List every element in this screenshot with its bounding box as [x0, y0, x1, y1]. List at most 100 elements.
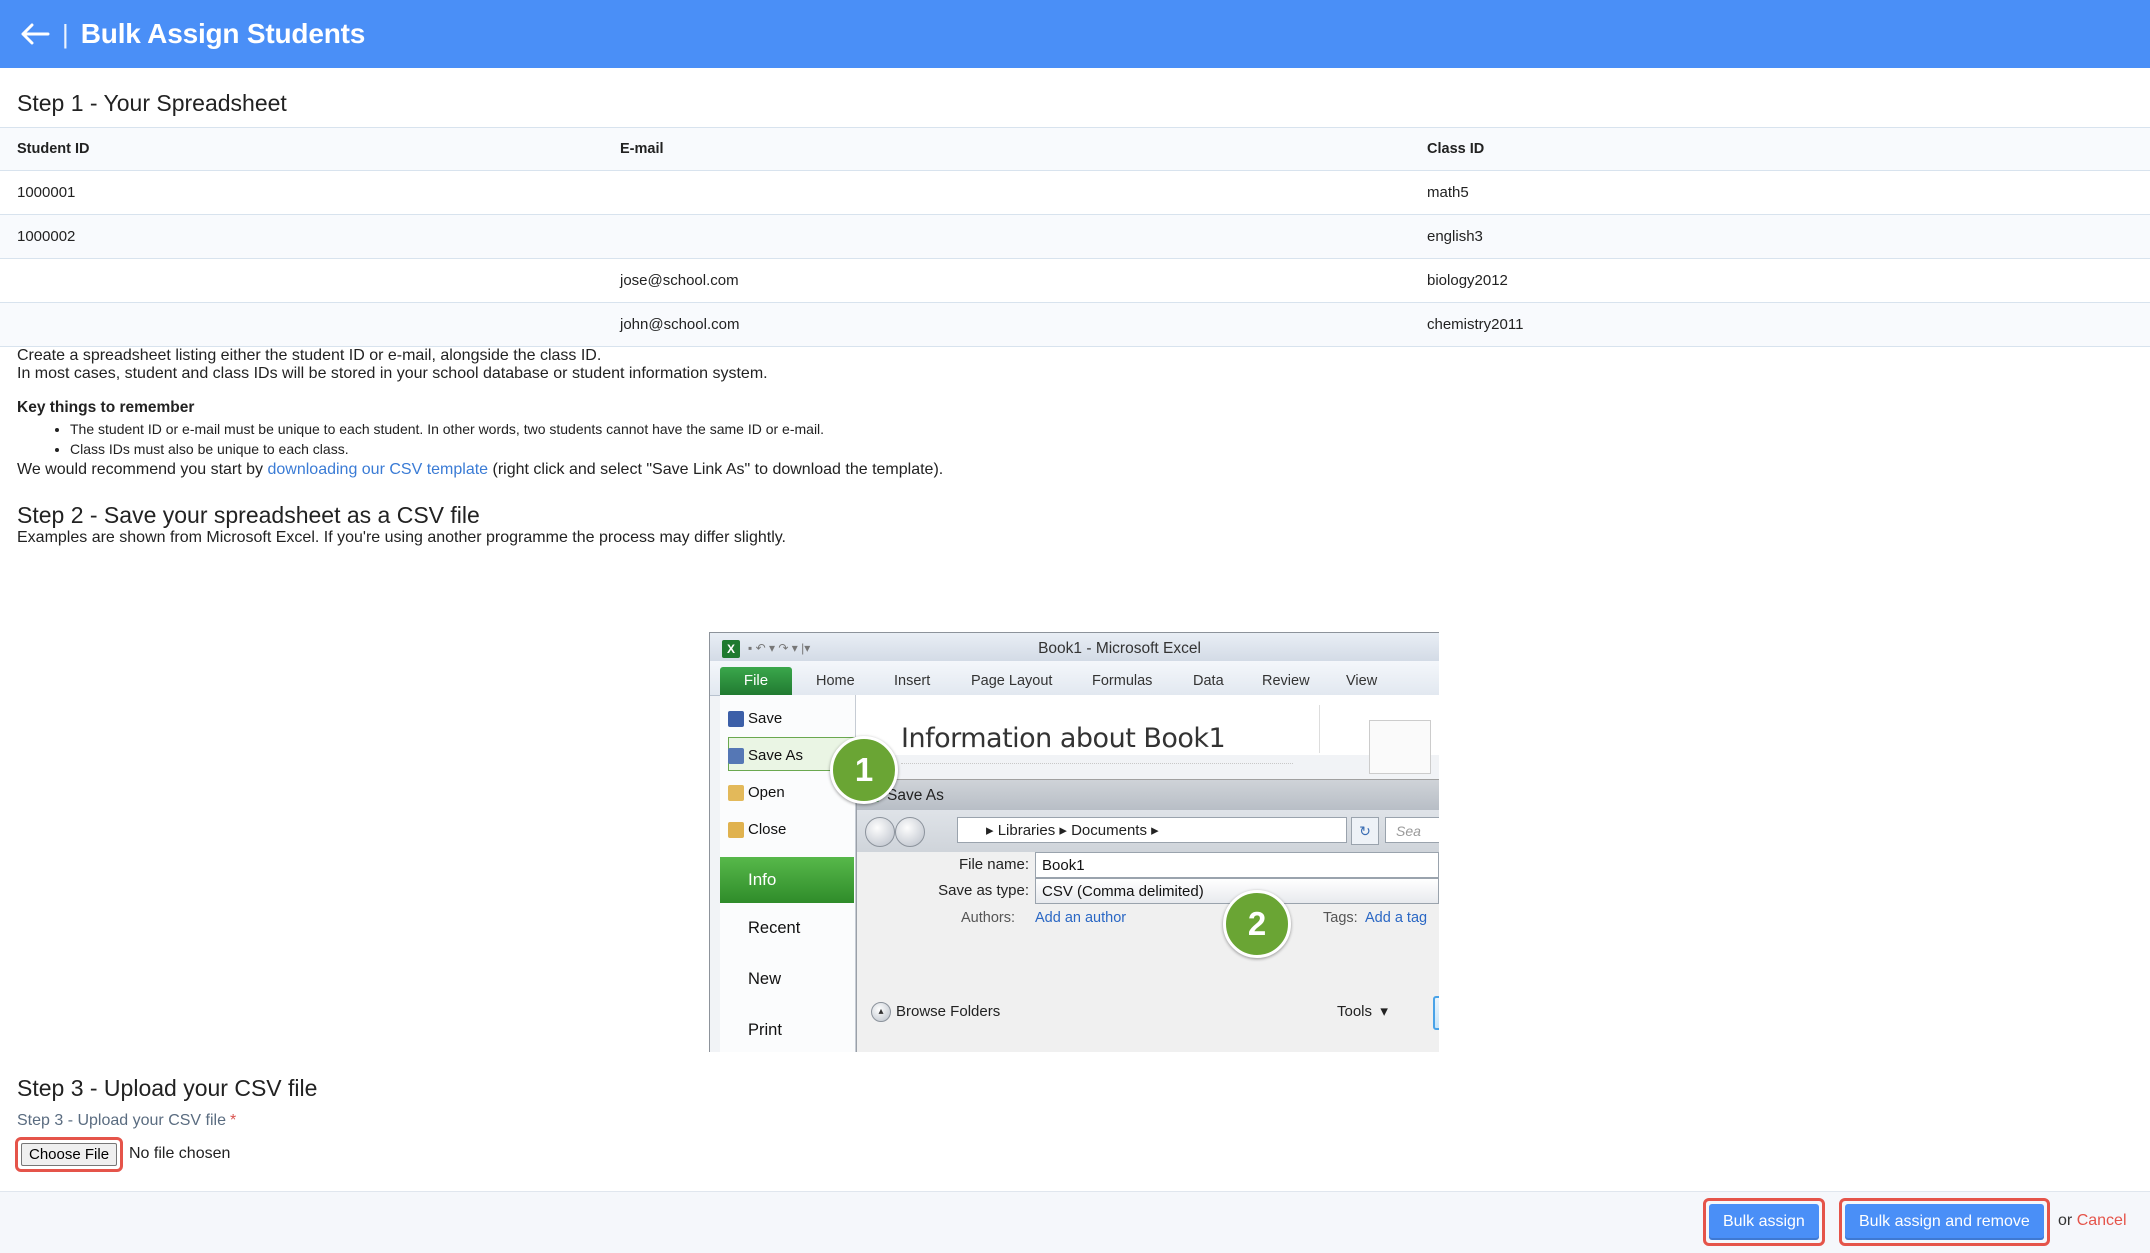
folder-open-icon [728, 785, 744, 801]
excel-menu-section: Recent [748, 919, 801, 937]
table-row: 1000001 math5 [0, 170, 2150, 215]
divider [901, 763, 1293, 764]
excel-tab: Home [816, 673, 855, 689]
step2-heading: Step 2 - Save your spreadsheet as a CSV … [17, 502, 480, 528]
cancel-link[interactable]: Cancel [2077, 1212, 2127, 1229]
document-thumbnail-icon [1369, 720, 1431, 774]
column-header: Student ID [0, 127, 603, 171]
bulk-assign-remove-button[interactable]: Bulk assign and remove [1845, 1204, 2044, 1240]
excel-info-section: Info [720, 857, 854, 903]
authors-label: Authors: [961, 910, 1015, 926]
excel-ribbon: File Home Insert Page Layout Formulas Da… [710, 661, 1439, 696]
table-cell: 1000001 [0, 170, 603, 215]
form-footer: Bulk assign Bulk assign and remove or Ca… [0, 1191, 2150, 1253]
excel-info-pane: Information about Book1 [856, 695, 1439, 774]
or-text: or Cancel [2058, 1212, 2127, 1229]
main-content: Step 1 - Your Spreadsheet Student ID E-m… [0, 68, 2150, 547]
excel-tab: View [1346, 673, 1378, 689]
table-cell: 1000002 [0, 214, 603, 259]
column-header: E-mail [603, 127, 1410, 171]
back-circle-icon [865, 817, 895, 847]
folder-close-icon [728, 822, 744, 838]
save-as-dialog-title: Save As [887, 787, 944, 804]
list-item: The student ID or e-mail must be unique … [70, 421, 2133, 437]
csv-template-paragraph: We would recommend you start by download… [17, 461, 2133, 479]
key-things-list: The student ID or e-mail must be unique … [17, 421, 2133, 457]
instructions-paragraph: Create a spreadsheet listing either the … [17, 347, 602, 364]
bulk-assign-button[interactable]: Bulk assign [1709, 1204, 1819, 1240]
table-cell: biology2012 [1410, 258, 2150, 303]
table-cell: english3 [1410, 214, 2150, 259]
excel-tab: Formulas [1092, 673, 1153, 689]
tags-label: Tags: [1323, 910, 1358, 926]
database-note-paragraph: In most cases, student and class IDs wil… [17, 365, 768, 382]
table-cell [603, 170, 1410, 215]
save-button-graphic [1433, 996, 1439, 1030]
table-header-row: Student ID E-mail Class ID [0, 127, 2150, 171]
no-file-chosen-text: No file chosen [129, 1145, 231, 1162]
excel-backstage-menu: Save Save As Open Close Info Recent New … [720, 695, 858, 1052]
file-name-field: Book1 [1035, 852, 1439, 878]
key-things-heading: Key things to remember [17, 399, 195, 416]
address-breadcrumb: ▸ Libraries ▸ Documents ▸ [957, 817, 1347, 843]
step2-description: Examples are shown from Microsoft Excel.… [17, 529, 786, 546]
table-row: john@school.com chemistry2011 [0, 302, 2150, 347]
save-icon [728, 711, 744, 727]
table-cell: john@school.com [603, 302, 1410, 347]
add-author-link: Add an author [1035, 910, 1127, 926]
step-badge-2: 2 [1223, 890, 1291, 958]
excel-tab: Data [1193, 673, 1224, 689]
excel-menu-item: Save As [728, 747, 803, 764]
excel-window-title: Book1 - Microsoft Excel [1038, 640, 1201, 657]
table-cell: jose@school.com [603, 258, 1410, 303]
list-item: Class IDs must also be unique to each cl… [70, 441, 2133, 457]
header-separator: | [62, 18, 69, 49]
table-cell [0, 258, 603, 303]
add-tag-link: Add a tag [1365, 910, 1428, 926]
save-type-label: Save as type: [938, 882, 1029, 899]
table-row: 1000002 english3 [0, 214, 2150, 259]
excel-tab: Review [1262, 673, 1310, 689]
address-bar: ▸ Libraries ▸ Documents ▸ ↻ Sea [857, 810, 1439, 853]
required-marker: * [230, 1112, 237, 1129]
forward-circle-icon [895, 817, 925, 847]
csv-template-link[interactable]: downloading our CSV template [267, 461, 488, 478]
bulk-assign-highlight: Bulk assign [1703, 1198, 1825, 1246]
table-cell [0, 302, 603, 347]
example-spreadsheet-table: Student ID E-mail Class ID 1000001 math5… [0, 127, 2150, 347]
save-as-icon [728, 748, 744, 764]
browse-folders: ▴ Browse Folders [871, 1002, 1000, 1022]
table-cell: math5 [1410, 170, 2150, 215]
divider [1319, 705, 1320, 753]
page-title: Bulk Assign Students [80, 18, 366, 49]
excel-file-tab: File [720, 667, 792, 695]
recommend-suffix-text: (right click and select "Save Link As" t… [488, 461, 944, 478]
bulk-assign-remove-highlight: Bulk assign and remove [1839, 1198, 2050, 1246]
arrow-left-icon[interactable] [18, 17, 52, 51]
column-header: Class ID [1410, 127, 2150, 171]
excel-tab: Insert [894, 673, 931, 689]
excel-tab: Page Layout [971, 673, 1053, 689]
search-box: Sea [1385, 817, 1439, 843]
top-header: | Bulk Assign Students [0, 0, 2150, 68]
excel-save-as-screenshot: X ▪ ↶ ▾ ↷ ▾ |▾ Book1 - Microsoft Excel F… [709, 632, 1439, 1052]
save-as-dialog: Save As ▸ Libraries ▸ Documents ▸ ↻ Sea … [856, 779, 1439, 1052]
step-badge-1: 1 [830, 736, 898, 804]
choose-file-highlight: Choose File [15, 1137, 124, 1172]
file-name-label: File name: [958, 856, 1029, 873]
excel-menu-item: Open [728, 784, 785, 801]
step1-heading: Step 1 - Your Spreadsheet [17, 90, 287, 116]
excel-menu-section: New [748, 970, 782, 988]
table-cell: chemistry2011 [1410, 302, 2150, 347]
refresh-icon: ↻ [1351, 817, 1379, 845]
choose-file-button[interactable]: Choose File [21, 1143, 118, 1166]
table-cell [603, 214, 1410, 259]
tools-dropdown: Tools ▾ [1337, 1003, 1388, 1020]
excel-info-title: Information about Book1 [901, 723, 1226, 754]
excel-menu-section: Print [748, 1021, 782, 1039]
excel-menu-item: Close [728, 821, 786, 838]
recommend-text: We would recommend you start by [17, 461, 268, 478]
chevron-up-icon: ▴ [871, 1002, 891, 1022]
upload-field-label: Step 3 - Upload your CSV file * [17, 1112, 237, 1129]
excel-title-bar: X ▪ ↶ ▾ ↷ ▾ |▾ Book1 - Microsoft Excel [710, 633, 1439, 661]
